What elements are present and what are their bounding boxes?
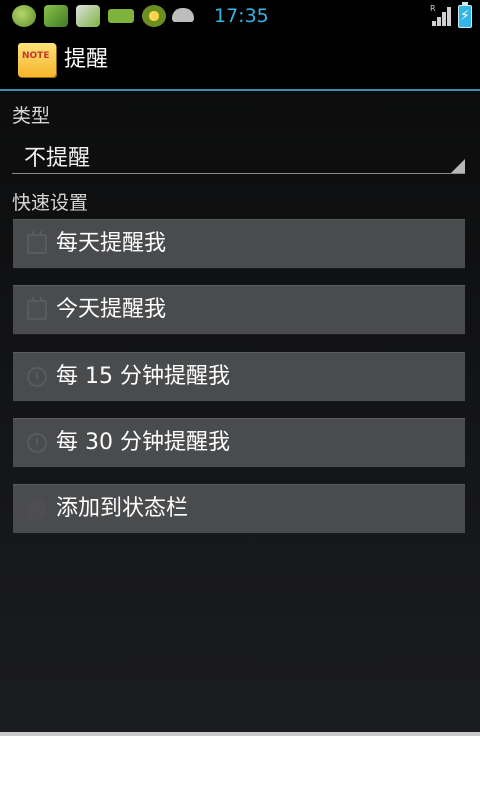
note-app-icon[interactable]: NOTE	[18, 43, 56, 77]
action-bar: NOTE 提醒	[0, 33, 480, 91]
notification-battery-app-icon	[108, 9, 134, 23]
status-time: 17:35	[214, 5, 269, 27]
app-screen: 17:35 R ⚡ NOTE 提醒 类型 不提醒 快速设置 每天提醒我 今天提醒…	[0, 0, 480, 732]
calendar-icon	[27, 297, 47, 320]
battery-charging-icon: ⚡	[458, 2, 472, 28]
notification-app-icon	[76, 5, 100, 27]
bottom-empty-area	[0, 736, 480, 800]
status-bar: 17:35 R ⚡	[0, 0, 480, 33]
app-icon-text: NOTE	[22, 51, 50, 61]
remind-daily-button[interactable]: 每天提醒我	[13, 219, 465, 268]
remind-every-30-min-button[interactable]: 每 30 分钟提醒我	[13, 418, 465, 467]
notification-app-icon	[142, 5, 166, 27]
button-label: 每天提醒我	[56, 231, 167, 256]
clock-icon	[27, 367, 47, 387]
button-label: 添加到状态栏	[56, 496, 189, 521]
notification-app-icon	[44, 5, 68, 27]
roaming-indicator: R	[430, 4, 436, 13]
type-section-label: 类型	[12, 105, 51, 127]
clock-icon	[27, 433, 47, 453]
android-icon	[172, 8, 194, 22]
signal-icon: R	[430, 4, 451, 26]
button-label: 每 15 分钟提醒我	[56, 364, 230, 389]
remind-every-15-min-button[interactable]: 每 15 分钟提醒我	[13, 352, 465, 401]
pin-icon	[27, 499, 47, 519]
button-label: 今天提醒我	[56, 297, 167, 322]
remind-today-button[interactable]: 今天提醒我	[13, 285, 465, 334]
spinner-dropdown-indicator-icon	[451, 159, 465, 173]
page-title: 提醒	[64, 47, 109, 72]
quick-settings-label: 快速设置	[12, 192, 89, 214]
calendar-icon	[27, 231, 47, 254]
notification-app-icon	[12, 5, 36, 27]
add-to-status-bar-button[interactable]: 添加到状态栏	[13, 484, 465, 533]
spinner-selected-value: 不提醒	[24, 146, 91, 171]
button-label: 每 30 分钟提醒我	[56, 430, 230, 455]
reminder-type-spinner[interactable]: 不提醒	[12, 135, 465, 174]
